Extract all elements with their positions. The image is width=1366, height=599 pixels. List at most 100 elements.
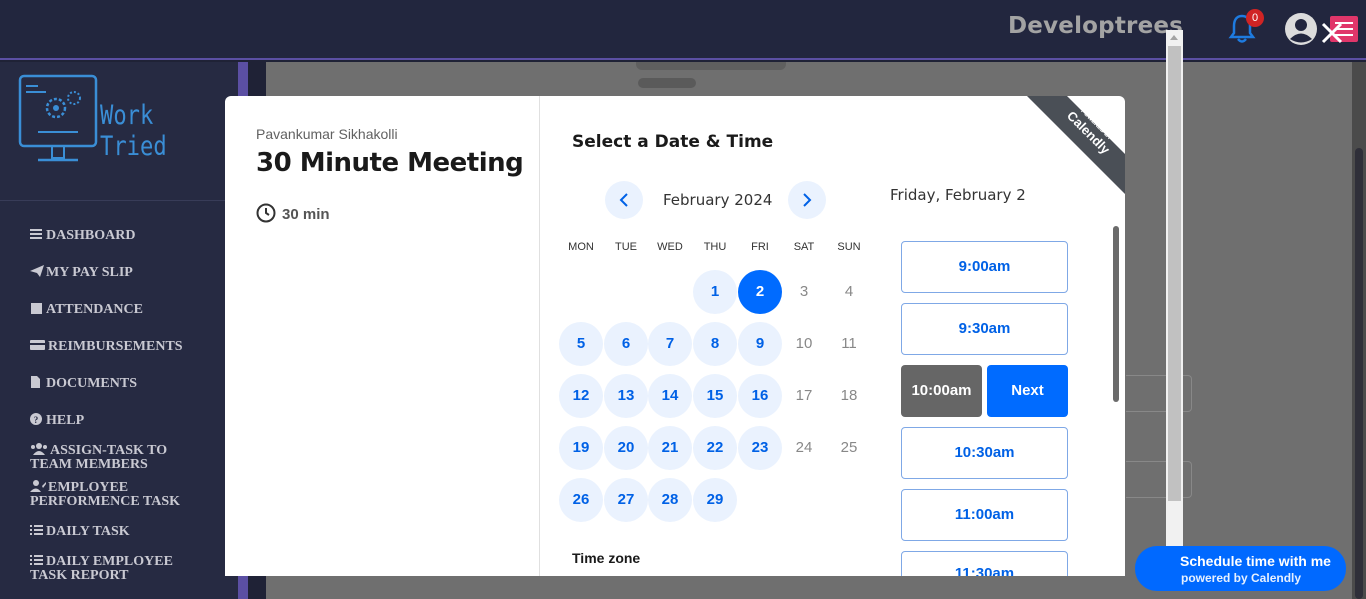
weekday-label: TUE bbox=[615, 241, 637, 253]
sidebar-item-help[interactable]: ? HELP bbox=[30, 413, 84, 428]
next-button[interactable]: Next bbox=[987, 365, 1068, 417]
sidebar-item-label: DAILY TASK bbox=[46, 524, 130, 539]
page-scrollbar-thumb[interactable] bbox=[1355, 148, 1363, 599]
credit-card-icon bbox=[30, 340, 45, 350]
next-month-button[interactable] bbox=[788, 181, 826, 219]
event-title: 30 Minute Meeting bbox=[256, 148, 524, 178]
time-slot-button[interactable]: 11:30am bbox=[901, 551, 1068, 576]
background-element bbox=[636, 62, 786, 70]
logo-text: Work Tried bbox=[100, 100, 167, 162]
sidebar: Work Tried DASHBOARD MY PAY SLIP ATTENDA… bbox=[0, 62, 248, 599]
weekday-label: THU bbox=[703, 241, 727, 253]
modal-scrollbar-thumb[interactable] bbox=[1168, 46, 1181, 501]
calendar-day[interactable]: 15 bbox=[693, 374, 737, 418]
event-details-pane: Pavankumar Sikhakolli 30 Minute Meeting … bbox=[225, 96, 540, 576]
weekday-label: FRI bbox=[751, 241, 769, 253]
calendly-badge-widget[interactable]: Schedule time with me powered by Calendl… bbox=[1135, 546, 1346, 591]
previous-month-button[interactable] bbox=[605, 181, 643, 219]
calendar-day-selected[interactable]: 2 bbox=[738, 270, 782, 314]
sidebar-item-label: ATTENDANCE bbox=[46, 302, 143, 317]
calendar-day[interactable]: 6 bbox=[604, 322, 648, 366]
sidebar-item-label-line2: TASK REPORT bbox=[30, 568, 129, 583]
file-icon bbox=[31, 376, 40, 388]
question-circle-icon: ? bbox=[30, 413, 42, 425]
calendar-day-unavailable: 25 bbox=[840, 439, 858, 456]
sidebar-item-label: ASSIGN-TASK TO bbox=[50, 443, 168, 458]
top-header: Developtrees 0 bbox=[0, 0, 1366, 60]
sidebar-item-label: MY PAY SLIP bbox=[46, 265, 133, 280]
sidebar-item-assign-task[interactable]: ASSIGN-TASK TO TEAM MEMBERS bbox=[30, 443, 167, 472]
weekday-label: SAT bbox=[793, 241, 815, 253]
tasks-icon bbox=[30, 555, 43, 565]
sidebar-item-reimbursements[interactable]: REIMBURSEMENTS bbox=[30, 339, 183, 354]
sidebar-item-dashboard[interactable]: DASHBOARD bbox=[30, 228, 135, 243]
time-slot-button[interactable]: 11:00am bbox=[901, 489, 1068, 541]
calendar-day[interactable]: 16 bbox=[738, 374, 782, 418]
calendar-day[interactable]: 19 bbox=[559, 426, 603, 470]
calendar-day[interactable]: 21 bbox=[648, 426, 692, 470]
svg-text:?: ? bbox=[34, 415, 39, 425]
user-avatar-icon[interactable] bbox=[1284, 12, 1318, 46]
calendar-day[interactable]: 27 bbox=[604, 478, 648, 522]
sidebar-item-daily-task[interactable]: DAILY TASK bbox=[30, 524, 130, 539]
badge-main-text: Schedule time with me bbox=[1180, 553, 1331, 569]
sidebar-item-label: EMPLOYEE bbox=[48, 480, 129, 495]
sidebar-item-daily-employee-task-report[interactable]: DAILY EMPLOYEE TASK REPORT bbox=[30, 554, 173, 583]
sidebar-item-label: REIMBURSEMENTS bbox=[48, 339, 183, 354]
select-date-time-title: Select a Date & Time bbox=[572, 132, 774, 152]
chevron-right-icon bbox=[803, 193, 812, 207]
scroll-up-arrow-icon[interactable] bbox=[1170, 35, 1178, 40]
calendar-day-unavailable: 4 bbox=[844, 283, 854, 300]
background-element bbox=[638, 78, 696, 88]
sidebar-item-documents[interactable]: DOCUMENTS bbox=[30, 376, 137, 391]
calendar-day[interactable]: 9 bbox=[738, 322, 782, 366]
sidebar-item-attendance[interactable]: ATTENDANCE bbox=[30, 302, 143, 317]
powered-by-calendly-ribbon[interactable]: POWERED BY Calendly bbox=[1023, 96, 1125, 202]
sidebar-item-label: HELP bbox=[46, 413, 85, 428]
calendar-day[interactable]: 7 bbox=[648, 322, 692, 366]
time-slot-button[interactable]: 9:00am bbox=[901, 241, 1068, 293]
event-duration: 30 min bbox=[256, 203, 330, 223]
selected-date-heading: Friday, February 2 bbox=[890, 186, 1026, 204]
modal-scrollbar[interactable] bbox=[1166, 30, 1183, 576]
brand-name: Developtrees bbox=[1008, 13, 1184, 39]
sidebar-item-employee-performence[interactable]: EMPLOYEE PERFORMENCE TASK bbox=[30, 480, 180, 509]
calendar-day[interactable]: 22 bbox=[693, 426, 737, 470]
calendar-icon bbox=[31, 303, 42, 314]
weekday-label: WED bbox=[657, 241, 683, 253]
calendar-day[interactable]: 28 bbox=[648, 478, 692, 522]
notification-count-badge: 0 bbox=[1246, 9, 1264, 27]
calendar-day[interactable]: 13 bbox=[604, 374, 648, 418]
calendar-day[interactable]: 23 bbox=[738, 426, 782, 470]
time-slot-button[interactable]: 10:30am bbox=[901, 427, 1068, 479]
calendar-day[interactable]: 20 bbox=[604, 426, 648, 470]
weekday-label: SUN bbox=[837, 241, 861, 253]
calendar-day-unavailable: 3 bbox=[799, 283, 809, 300]
host-name: Pavankumar Sikhakolli bbox=[256, 126, 398, 142]
calendar-day[interactable]: 5 bbox=[559, 322, 603, 366]
time-slot-button[interactable]: 9:30am bbox=[901, 303, 1068, 355]
sidebar-divider bbox=[0, 200, 238, 201]
sidebar-item-label-line2: TEAM MEMBERS bbox=[30, 457, 148, 472]
calendar-day[interactable]: 14 bbox=[648, 374, 692, 418]
tasks-icon bbox=[30, 525, 43, 535]
calendar-day[interactable]: 1 bbox=[693, 270, 737, 314]
close-icon[interactable] bbox=[1320, 21, 1344, 45]
users-icon bbox=[31, 443, 47, 455]
calendar-day[interactable]: 12 bbox=[559, 374, 603, 418]
time-slots-scrollbar[interactable] bbox=[1113, 226, 1119, 402]
time-slot-selected[interactable]: 10:00am bbox=[901, 365, 982, 417]
sidebar-item-my-pay-slip[interactable]: MY PAY SLIP bbox=[30, 265, 133, 280]
weekday-label: MON bbox=[568, 241, 594, 253]
calendar-day-unavailable: 17 bbox=[795, 387, 813, 404]
month-label: February 2024 bbox=[663, 191, 773, 209]
user-edit-icon bbox=[30, 480, 46, 492]
calendar-day-unavailable: 11 bbox=[841, 335, 857, 352]
calendar-day[interactable]: 8 bbox=[693, 322, 737, 366]
sidebar-item-label: DASHBOARD bbox=[46, 228, 136, 243]
calendar-day[interactable]: 26 bbox=[559, 478, 603, 522]
calendly-booking-modal: Pavankumar Sikhakolli 30 Minute Meeting … bbox=[225, 96, 1125, 576]
list-icon bbox=[30, 229, 42, 239]
calendar-day[interactable]: 29 bbox=[693, 478, 737, 522]
calendar-day-unavailable: 10 bbox=[795, 335, 813, 352]
